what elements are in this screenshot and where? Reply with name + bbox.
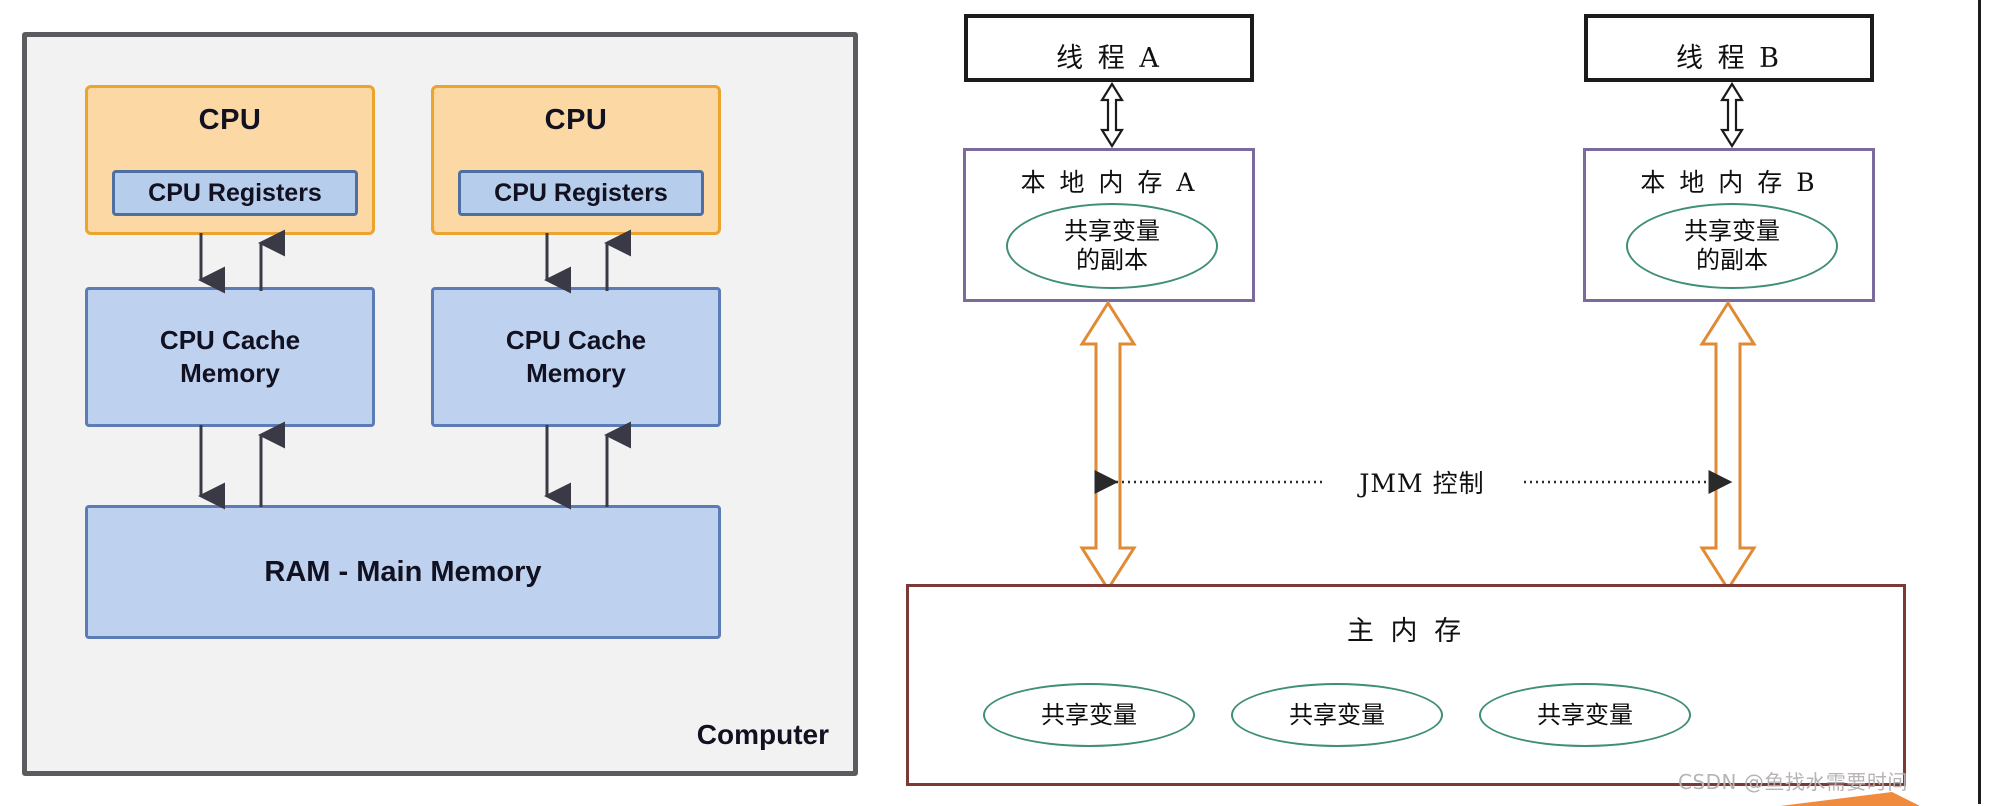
cpu-cache-box-2: CPU Cache Memory — [431, 287, 721, 427]
right-edge-rule — [1978, 0, 1981, 804]
ram-main-memory-label: RAM - Main Memory — [264, 555, 542, 588]
shared-variable-label-1: 共享变量 — [1041, 700, 1137, 729]
thread-label-b: 线 程 B — [1675, 43, 1782, 74]
computer-container-box: CPU CPU Registers CPU CPU Registers CPU … — [22, 32, 858, 776]
local-memory-label-b: 本 地 内 存 B — [1640, 168, 1818, 197]
arrow-cache-ram-2 — [544, 421, 631, 510]
local-memory-label-a: 本 地 内 存 A — [1020, 168, 1198, 197]
computer-container-label: Computer — [696, 719, 829, 750]
shared-variable-ellipse-1: 共享变量 — [983, 683, 1195, 747]
thread-label-a: 线 程 A — [1056, 43, 1162, 74]
shared-variable-label-2: 共享变量 — [1289, 700, 1385, 729]
shared-variable-copy-b-line2: 的副本 — [1696, 246, 1768, 274]
jmm-control-dotted-arrow-left — [1094, 470, 1322, 494]
cpu-registers-label-2: CPU Registers — [494, 178, 668, 207]
cpu-cache-label-2-line2: Memory — [526, 358, 626, 388]
cpu-registers-label-1: CPU Registers — [148, 178, 322, 207]
cpu-cache-label-2-line1: CPU Cache — [505, 324, 647, 355]
shared-variable-copy-a-line2: 的副本 — [1076, 246, 1148, 274]
thread-box-b: 线 程 B — [1584, 14, 1874, 82]
local-memory-box-a: 本 地 内 存 A 共享变量 的副本 — [963, 148, 1255, 302]
screenshot-stage: CPU CPU Registers CPU CPU Registers CPU … — [0, 0, 1992, 806]
double-arrow-thread-local-b — [1720, 81, 1744, 149]
shared-variable-copy-b-line1: 共享变量 — [1684, 217, 1780, 246]
arrow-registers-cache-2 — [544, 229, 631, 294]
cpu-cache-label-1-line2: Memory — [180, 358, 280, 388]
double-arrow-local-main-b — [1699, 300, 1757, 592]
double-arrow-local-main-a — [1079, 300, 1137, 592]
main-memory-box: 主 内 存 共享变量 共享变量 共享变量 — [906, 584, 1906, 786]
cpu-box-1: CPU CPU Registers — [85, 85, 375, 235]
shared-variable-copy-ellipse-a: 共享变量 的副本 — [1006, 203, 1218, 289]
arrow-registers-cache-1 — [198, 229, 285, 294]
double-arrow-thread-local-a — [1100, 81, 1124, 149]
cpu-registers-box-1: CPU Registers — [112, 170, 358, 216]
cpu-registers-box-2: CPU Registers — [458, 170, 704, 216]
jmm-control-dotted-arrow-right — [1524, 470, 1733, 494]
cpu-cache-box-1: CPU Cache Memory — [85, 287, 375, 427]
shared-variable-ellipse-3: 共享变量 — [1479, 683, 1691, 747]
computer-hardware-diagram: CPU CPU Registers CPU CPU Registers CPU … — [0, 0, 868, 804]
cpu-cache-label-1-line1: CPU Cache — [159, 324, 301, 355]
thread-box-a: 线 程 A — [964, 14, 1254, 82]
jmm-diagram: 线 程 A 线 程 B 本 地 内 存 A 共享变量 的副本 本 地 内 存 B… — [868, 0, 1992, 806]
arrow-cache-ram-1 — [198, 421, 285, 510]
jmm-control-label: JMM 控制 — [1359, 469, 1485, 498]
cpu-title-1: CPU — [198, 104, 262, 136]
main-memory-label: 主 内 存 — [1346, 616, 1466, 647]
shared-variable-copy-a-line1: 共享变量 — [1064, 217, 1160, 246]
csdn-watermark: CSDN @鱼找水需要时间 — [1678, 770, 1908, 794]
shared-variable-copy-ellipse-b: 共享变量 的副本 — [1626, 203, 1838, 289]
shared-variable-ellipse-2: 共享变量 — [1231, 683, 1443, 747]
ram-main-memory-box: RAM - Main Memory — [85, 505, 721, 639]
cpu-box-2: CPU CPU Registers — [431, 85, 721, 235]
local-memory-box-b: 本 地 内 存 B 共享变量 的副本 — [1583, 148, 1875, 302]
cpu-title-2: CPU — [544, 104, 608, 136]
shared-variable-label-3: 共享变量 — [1537, 700, 1633, 729]
